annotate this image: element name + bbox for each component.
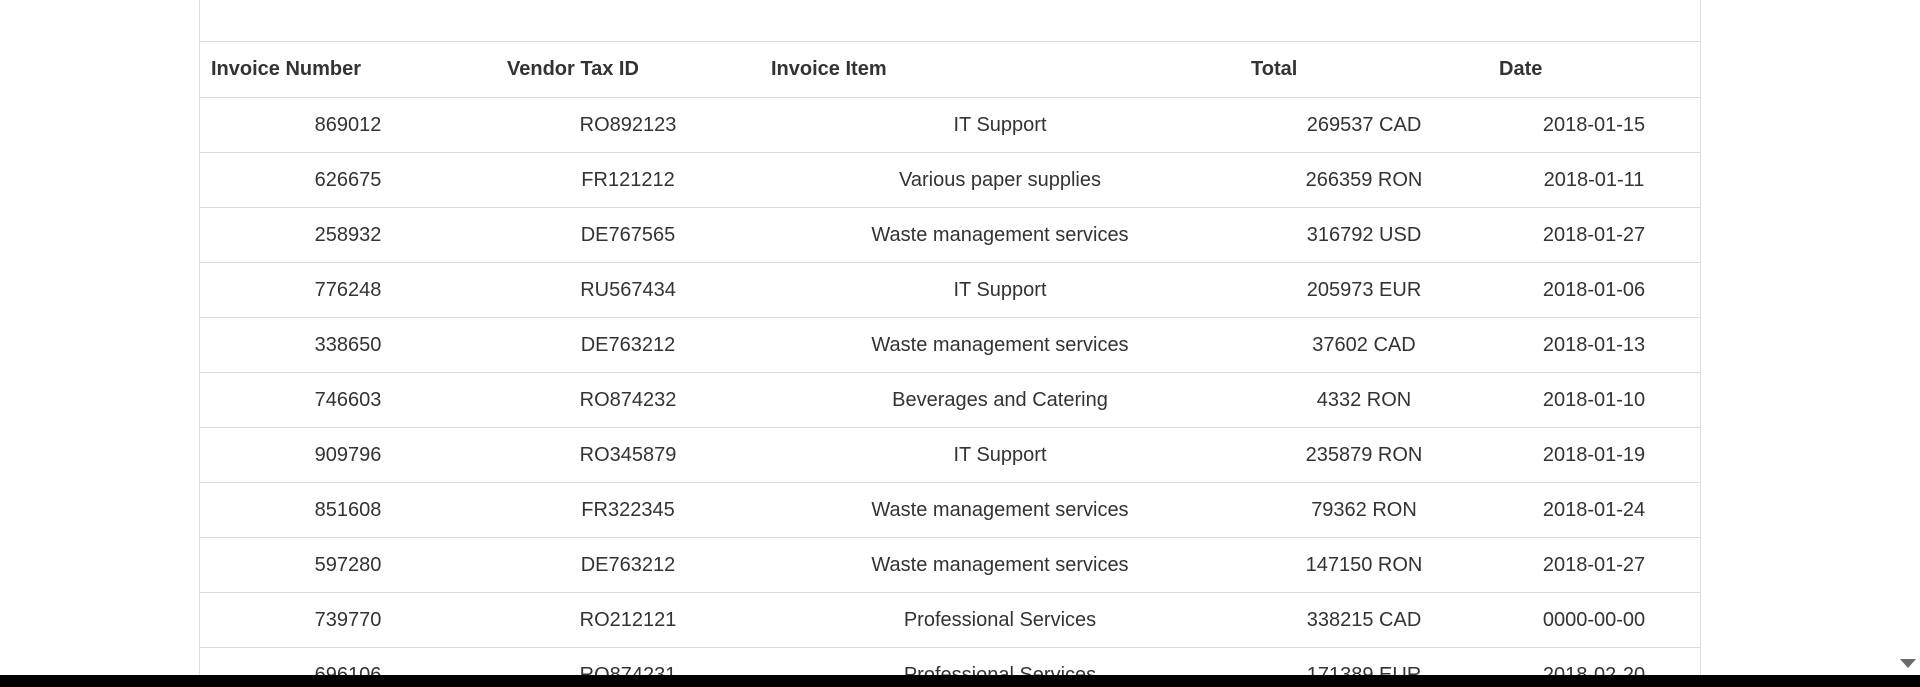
cell-invoice-item: Waste management services: [760, 207, 1240, 263]
cell-total: 4332 RON: [1240, 372, 1488, 428]
cell-date: 2018-01-06: [1488, 262, 1700, 318]
cell-total: 171389 EUR: [1240, 647, 1488, 678]
table-row: 626675 FR121212 Various paper supplies 2…: [200, 152, 1700, 208]
cell-total: 37602 CAD: [1240, 317, 1488, 373]
cell-vendor-tax-id: RO892123: [496, 97, 760, 153]
cell-invoice-item: Waste management services: [760, 537, 1240, 593]
table-row: 776248 RU567434 IT Support 205973 EUR 20…: [200, 262, 1700, 318]
cell-total: 235879 RON: [1240, 427, 1488, 483]
cell-invoice-number: 869012: [200, 97, 496, 153]
cell-total: 316792 USD: [1240, 207, 1488, 263]
cell-invoice-item: IT Support: [760, 97, 1240, 153]
cell-total: 269537 CAD: [1240, 97, 1488, 153]
bottom-bar: [0, 675, 1920, 687]
cell-date: 2018-01-10: [1488, 372, 1700, 428]
cell-total: 205973 EUR: [1240, 262, 1488, 318]
cell-invoice-item: IT Support: [760, 427, 1240, 483]
cell-vendor-tax-id: FR322345: [496, 482, 760, 538]
cell-invoice-item: Waste management services: [760, 317, 1240, 373]
table-row: 338650 DE763212 Waste management service…: [200, 317, 1700, 373]
cell-invoice-item: Various paper supplies: [760, 152, 1240, 208]
cell-invoice-number: 739770: [200, 592, 496, 648]
header-invoice-number[interactable]: Invoice Number: [200, 41, 496, 98]
cell-invoice-number: 258932: [200, 207, 496, 263]
cell-date: 2018-02-20: [1488, 647, 1700, 678]
cell-invoice-item: Beverages and Catering: [760, 372, 1240, 428]
cell-vendor-tax-id: FR121212: [496, 152, 760, 208]
cell-invoice-number: 746603: [200, 372, 496, 428]
table-row: 869012 RO892123 IT Support 269537 CAD 20…: [200, 97, 1700, 153]
cell-date: 2018-01-13: [1488, 317, 1700, 373]
cell-invoice-number: 776248: [200, 262, 496, 318]
cell-invoice-item: Professional Services: [760, 592, 1240, 648]
cell-date: 2018-01-27: [1488, 537, 1700, 593]
cell-vendor-tax-id: RU567434: [496, 262, 760, 318]
cell-invoice-item: Professional Services: [760, 647, 1240, 678]
header-date[interactable]: Date: [1488, 41, 1700, 98]
cell-invoice-number: 696106: [200, 647, 496, 678]
header-invoice-item[interactable]: Invoice Item: [760, 41, 1240, 98]
scroll-down-arrow-icon[interactable]: [1900, 659, 1916, 668]
cell-total: 266359 RON: [1240, 152, 1488, 208]
cell-date: 2018-01-15: [1488, 97, 1700, 153]
cell-date: 2018-01-27: [1488, 207, 1700, 263]
cell-vendor-tax-id: DE767565: [496, 207, 760, 263]
cell-vendor-tax-id: DE763212: [496, 537, 760, 593]
cell-total: 147150 RON: [1240, 537, 1488, 593]
table-row: 851608 FR322345 Waste management service…: [200, 482, 1700, 538]
cell-invoice-item: IT Support: [760, 262, 1240, 318]
cell-vendor-tax-id: RO874232: [496, 372, 760, 428]
cell-vendor-tax-id: DE763212: [496, 317, 760, 373]
cell-vendor-tax-id: RO345879: [496, 427, 760, 483]
cell-vendor-tax-id: RO874231: [496, 647, 760, 678]
cell-date: 2018-01-19: [1488, 427, 1700, 483]
cell-date: 2018-01-11: [1488, 152, 1700, 208]
table-row: 258932 DE767565 Waste management service…: [200, 207, 1700, 263]
header-vendor-tax-id[interactable]: Vendor Tax ID: [496, 41, 760, 98]
cell-invoice-number: 626675: [200, 152, 496, 208]
invoice-table: Invoice Number Vendor Tax ID Invoice Ite…: [200, 41, 1700, 678]
table-row: 739770 RO212121 Professional Services 33…: [200, 592, 1700, 648]
cell-invoice-number: 338650: [200, 317, 496, 373]
header-total[interactable]: Total: [1240, 41, 1488, 98]
table-row: 746603 RO874232 Beverages and Catering 4…: [200, 372, 1700, 428]
cell-total: 338215 CAD: [1240, 592, 1488, 648]
table-header-row: Invoice Number Vendor Tax ID Invoice Ite…: [200, 41, 1700, 98]
table-row: 696106 RO874231 Professional Services 17…: [200, 647, 1700, 678]
cell-invoice-number: 597280: [200, 537, 496, 593]
cell-total: 79362 RON: [1240, 482, 1488, 538]
table-row: 909796 RO345879 IT Support 235879 RON 20…: [200, 427, 1700, 483]
cell-invoice-number: 851608: [200, 482, 496, 538]
cell-invoice-number: 909796: [200, 427, 496, 483]
cell-invoice-item: Waste management services: [760, 482, 1240, 538]
cell-date: 0000-00-00: [1488, 592, 1700, 648]
cell-vendor-tax-id: RO212121: [496, 592, 760, 648]
invoice-panel: Invoice Number Vendor Tax ID Invoice Ite…: [199, 0, 1701, 678]
cell-date: 2018-01-24: [1488, 482, 1700, 538]
table-row: 597280 DE763212 Waste management service…: [200, 537, 1700, 593]
